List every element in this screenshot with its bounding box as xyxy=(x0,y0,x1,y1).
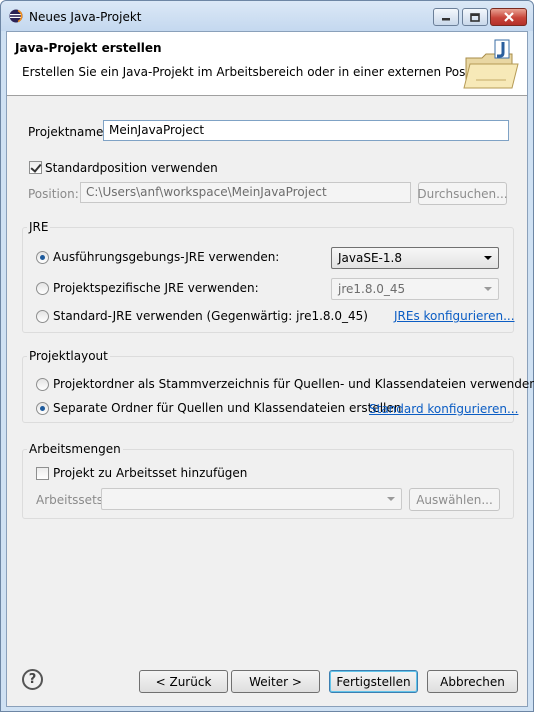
jre-project-dropdown[interactable]: jre1.8.0_45 xyxy=(331,278,499,300)
java-project-folder-icon xyxy=(463,39,519,89)
jre-default-radio[interactable] xyxy=(36,310,49,323)
jre-env-radio[interactable] xyxy=(36,251,49,264)
configure-jres-link[interactable]: JREs konfigurieren... xyxy=(394,309,515,323)
back-button[interactable]: < Zurück xyxy=(139,670,228,693)
working-sets-group-title: Arbeitsmengen xyxy=(27,442,123,456)
configure-default-link[interactable]: Standard konfigurieren... xyxy=(369,402,518,416)
jre-env-dropdown[interactable]: JavaSE-1.8 xyxy=(331,247,499,269)
jre-group-title: JRE xyxy=(27,220,51,234)
chevron-down-icon xyxy=(387,497,395,501)
dialog-window: Neues Java-Projekt Java-Projekt erstelle… xyxy=(0,0,534,712)
jre-project-value: jre1.8.0_45 xyxy=(338,282,406,296)
layout-separate-radio[interactable] xyxy=(36,402,49,415)
layout-separate-label: Separate Ordner für Quellen und Klassend… xyxy=(53,401,402,415)
select-working-sets-button[interactable]: Auswählen... xyxy=(409,488,500,511)
page-description: Erstellen Sie ein Java-Projekt im Arbeit… xyxy=(22,65,496,79)
jre-project-radio[interactable] xyxy=(36,282,49,295)
minimize-button[interactable] xyxy=(433,8,459,26)
browse-button[interactable]: Durchsuchen... xyxy=(417,182,508,205)
location-label: Position: xyxy=(28,187,79,201)
jre-default-label: Standard-JRE verwenden (Gegenwärtig: jre… xyxy=(53,309,368,323)
working-sets-label: Arbeitssets: xyxy=(36,493,108,507)
layout-root-radio[interactable] xyxy=(36,378,49,391)
title-bar[interactable]: Neues Java-Projekt xyxy=(1,1,533,31)
window-title: Neues Java-Projekt xyxy=(29,10,142,24)
chevron-down-icon xyxy=(484,256,492,260)
working-sets-dropdown[interactable] xyxy=(101,488,402,510)
next-button[interactable]: Weiter > xyxy=(231,670,320,693)
project-layout-group-title: Projektlayout xyxy=(27,349,110,363)
project-name-label: Projektname: xyxy=(28,125,108,139)
maximize-button[interactable] xyxy=(462,8,488,26)
add-to-working-set-checkbox[interactable] xyxy=(36,467,49,480)
minimize-icon xyxy=(442,18,450,21)
close-icon xyxy=(503,12,514,22)
add-to-working-set-label: Projekt zu Arbeitsset hinzufügen xyxy=(53,466,248,480)
chevron-down-icon xyxy=(484,287,492,291)
jre-env-label: Ausführungsgebungs-JRE verwenden: xyxy=(53,250,280,264)
default-location-label: Standardposition verwenden xyxy=(45,161,218,175)
layout-root-label: Projektordner als Stammverzeichnis für Q… xyxy=(53,377,534,391)
maximize-icon xyxy=(470,12,480,22)
dialog-content: Java-Projekt erstellen Erstellen Sie ein… xyxy=(6,31,534,707)
help-icon[interactable]: ? xyxy=(22,669,43,690)
page-title: Java-Projekt erstellen xyxy=(15,41,162,55)
default-location-checkbox[interactable] xyxy=(29,161,42,174)
close-button[interactable] xyxy=(490,8,527,26)
jre-env-value: JavaSE-1.8 xyxy=(338,251,402,265)
wizard-banner: Java-Projekt erstellen Erstellen Sie ein… xyxy=(7,32,527,96)
location-input[interactable]: C:\Users\anf\workspace\MeinJavaProject xyxy=(80,182,411,203)
jre-project-label: Projektspezifische JRE verwenden: xyxy=(53,281,259,295)
cancel-button[interactable]: Abbrechen xyxy=(427,670,518,693)
eclipse-icon xyxy=(9,9,23,23)
finish-button[interactable]: Fertigstellen xyxy=(329,670,418,693)
project-name-input[interactable]: MeinJavaProject xyxy=(103,120,509,141)
